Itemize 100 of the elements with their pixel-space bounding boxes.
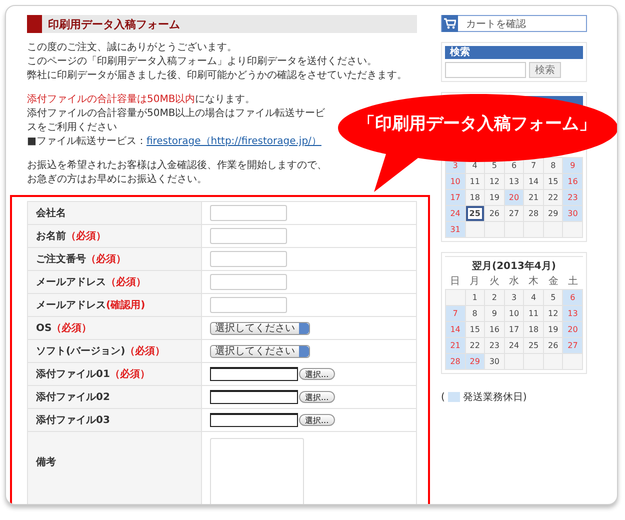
day-cell: 11 xyxy=(466,174,484,189)
day-cell: 19 xyxy=(485,190,504,205)
intro-text: このページの「印刷用データ入稿フォーム」より印刷データを送付ください。 xyxy=(27,55,378,69)
intro-text: 添付ファイルの合計容量が50MB以上の場合はファイル転送サービスをご利用ください xyxy=(27,107,326,135)
field-label: OS（必須） xyxy=(28,317,202,339)
day-cell: 8 xyxy=(544,158,562,173)
day-cell: 15 xyxy=(466,322,484,337)
select-dropdown[interactable]: 選択してください xyxy=(210,322,310,334)
day-cell: 7 xyxy=(524,158,543,173)
weekday-label: 土 xyxy=(567,275,580,289)
field-label: 添付ファイル03 xyxy=(28,409,202,431)
text-field[interactable] xyxy=(210,274,287,290)
today-cell: 25 xyxy=(466,206,484,221)
weekday-label: 金 xyxy=(547,275,560,289)
day-cell: 13 xyxy=(504,174,524,189)
intro-text: この度のご注文、誠にありがとうございます。 xyxy=(27,41,238,55)
choose-file-button[interactable]: 選択... xyxy=(299,368,335,380)
holiday-cell: 7 xyxy=(446,306,465,321)
legend-swatch xyxy=(448,392,460,402)
holiday-cell: 31 xyxy=(446,222,465,237)
weekday-label: 火 xyxy=(488,275,500,289)
intro-text: お振込を希望されたお客様は入金確認後、作業を開始しますので、 xyxy=(27,159,328,173)
day-cell: 12 xyxy=(485,174,504,189)
holiday-cell: 28 xyxy=(446,354,465,369)
file-field[interactable] xyxy=(210,413,298,427)
intro-text: お急ぎの方はお早めにお振込ください。 xyxy=(27,173,208,187)
day-cell: 21 xyxy=(524,190,543,205)
text-field[interactable] xyxy=(210,228,287,244)
day-cell: 28 xyxy=(524,206,543,221)
day-cell: 10 xyxy=(504,306,524,321)
field-label: ソフト(バージョン)（必須） xyxy=(28,340,202,362)
field-label: 添付ファイル01（必須） xyxy=(28,363,202,385)
day-cell: 24 xyxy=(504,338,524,353)
text-field[interactable] xyxy=(210,297,287,313)
day-cell: 3 xyxy=(504,290,524,305)
day-cell: 4 xyxy=(524,290,543,305)
day-cell: 1 xyxy=(466,290,484,305)
service-link[interactable]: firestorage（http://firestorage.jp/） xyxy=(146,136,322,147)
weekday-label: 水 xyxy=(508,275,520,289)
weekday-label: 木 xyxy=(528,275,540,289)
field-label: 備考 xyxy=(28,432,202,504)
cart-button[interactable]: カートを確認 xyxy=(441,15,587,32)
day-cell: 14 xyxy=(524,174,543,189)
holiday-cell: 30 xyxy=(563,206,582,221)
holiday-cell: 14 xyxy=(446,322,465,337)
choose-file-button[interactable]: 選択... xyxy=(299,414,335,426)
callout-text: 「印刷用データ入稿フォーム」 xyxy=(358,113,596,135)
field-label: ご注文番号（必須） xyxy=(28,248,202,270)
day-cell: 18 xyxy=(466,190,484,205)
holiday-cell: 13 xyxy=(563,306,582,321)
select-dropdown[interactable]: 選択してください xyxy=(210,344,310,358)
holiday-cell: 21 xyxy=(446,338,465,353)
holiday-cell: 27 xyxy=(563,338,582,353)
holiday-cell: 20 xyxy=(504,190,524,205)
text-field[interactable] xyxy=(210,205,287,221)
day-cell: 25 xyxy=(524,338,543,353)
field-label: 添付ファイル02 xyxy=(28,386,202,408)
search-field[interactable] xyxy=(445,62,526,78)
choose-file-button[interactable]: 選択... xyxy=(299,391,335,403)
intro-text: 添付ファイルの合計容量は50MB以内になります。 xyxy=(27,93,256,107)
header-mark xyxy=(27,15,42,33)
cart-icon xyxy=(444,18,456,29)
day-cell: 27 xyxy=(504,206,524,221)
holiday-cell: 24 xyxy=(446,206,465,221)
day-cell: 8 xyxy=(466,306,484,321)
holiday-cell: 20 xyxy=(563,322,582,337)
holiday-cell: 29 xyxy=(466,354,484,369)
intro-text: ■ファイル転送サービス：firestorage（http://firestorage.jp/） xyxy=(27,135,322,149)
intro-text: 弊社に印刷データが届きました後、印刷可能かどうかの確認をさせていただきます。 xyxy=(27,69,408,83)
field-label: メールアドレス（必須） xyxy=(28,271,202,293)
holiday-cell: 10 xyxy=(446,174,465,189)
holiday-cell: 23 xyxy=(563,190,582,205)
day-cell: 16 xyxy=(485,322,504,337)
field-label: お名前（必須） xyxy=(28,225,202,247)
holiday-cell: 6 xyxy=(563,290,582,305)
day-cell: 11 xyxy=(524,306,543,321)
weekday-label: 日 xyxy=(448,275,461,289)
file-field[interactable] xyxy=(210,390,298,404)
day-cell: 30 xyxy=(485,354,504,369)
day-cell: 18 xyxy=(524,322,543,337)
legend-paren: ( xyxy=(441,392,445,402)
day-cell: 12 xyxy=(544,306,562,321)
day-cell: 5 xyxy=(544,290,562,305)
field-label: 会社名 xyxy=(28,202,202,224)
day-cell: 26 xyxy=(485,206,504,221)
day-cell: 22 xyxy=(544,190,562,205)
day-cell: 15 xyxy=(544,174,562,189)
holiday-cell: 16 xyxy=(563,174,582,189)
text-field[interactable] xyxy=(210,251,287,267)
day-cell: 29 xyxy=(544,206,562,221)
day-cell: 17 xyxy=(504,322,524,337)
day-cell: 2 xyxy=(485,290,504,305)
search-button[interactable]: 検索 xyxy=(529,62,561,78)
legend-label: 発送業務休日) xyxy=(462,390,527,404)
day-cell: 9 xyxy=(485,306,504,321)
file-field[interactable] xyxy=(210,367,298,381)
section-title: 印刷用データ入稿フォーム xyxy=(48,16,180,32)
weekday-label: 月 xyxy=(468,275,481,289)
holiday-cell: 17 xyxy=(446,190,465,205)
day-cell: 26 xyxy=(544,338,562,353)
